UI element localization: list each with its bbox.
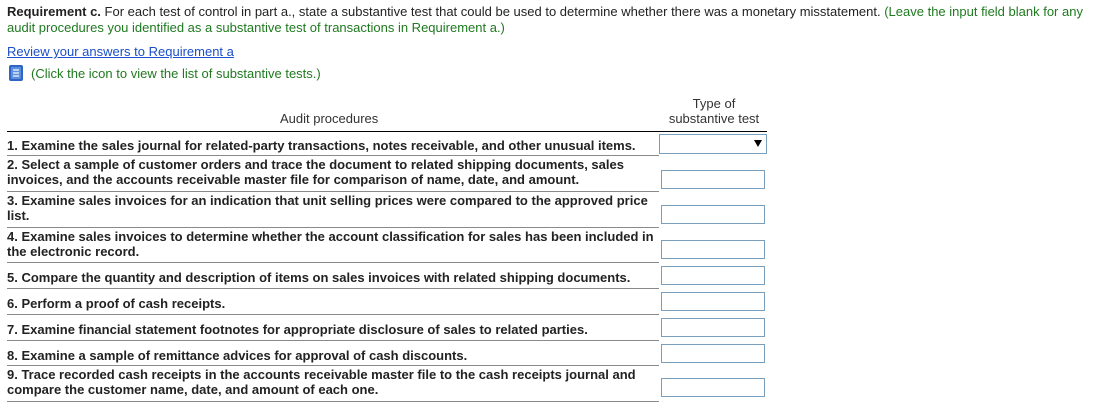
- substantive-test-field-5[interactable]: [661, 266, 765, 285]
- substantive-tests-icon-note: (Click the icon to view the list of subs…: [31, 65, 321, 81]
- procedure-row-4: 4. Examine sales invoices to determine w…: [7, 227, 659, 259]
- procedure-text: 6. Perform a proof of cash receipts.: [7, 296, 226, 311]
- header-divider: [7, 131, 767, 132]
- row-divider: [7, 340, 659, 341]
- procedure-row-6: 6. Perform a proof of cash receipts.: [7, 294, 659, 311]
- procedure-row-8: 8. Examine a sample of remittance advice…: [7, 346, 659, 363]
- procedure-row-7: 7. Examine financial statement footnotes…: [7, 320, 659, 337]
- procedure-text: 5. Compare the quantity and description …: [7, 270, 631, 285]
- row-divider: [7, 262, 659, 263]
- procedure-text: 4. Examine sales invoices to determine w…: [7, 229, 654, 259]
- book-icon[interactable]: [7, 64, 25, 82]
- requirement-instructions: Requirement c. For each test of control …: [7, 4, 1107, 36]
- review-requirement-a-link[interactable]: Review your answers to Requirement a: [7, 44, 234, 59]
- substantive-tests-info-row: (Click the icon to view the list of subs…: [7, 64, 321, 82]
- row-divider: [7, 314, 659, 315]
- substantive-test-field-9[interactable]: [661, 378, 765, 397]
- row-divider: [7, 401, 659, 402]
- requirement-label: Requirement c.: [7, 4, 101, 19]
- substantive-test-field-6[interactable]: [661, 292, 765, 311]
- substantive-test-field-4[interactable]: [661, 240, 765, 259]
- substantive-test-field-8[interactable]: [661, 344, 765, 363]
- procedure-text: 9. Trace recorded cash receipts in the a…: [7, 367, 636, 397]
- type-header-line2: substantive test: [668, 111, 760, 126]
- procedure-row-9: 9. Trace recorded cash receipts in the a…: [7, 365, 659, 397]
- procedure-text: 7. Examine financial statement footnotes…: [7, 322, 588, 337]
- procedure-text: 3. Examine sales invoices for an indicat…: [7, 193, 648, 223]
- procedure-row-5: 5. Compare the quantity and description …: [7, 268, 659, 285]
- substantive-test-dropdown-1[interactable]: [659, 134, 767, 154]
- procedure-row-3: 3. Examine sales invoices for an indicat…: [7, 191, 659, 223]
- type-header-line1: Type of: [692, 96, 736, 111]
- procedure-text: 2. Select a sample of customer orders an…: [7, 157, 624, 187]
- row-divider: [7, 288, 659, 289]
- substantive-test-type-header: Type of substantive test: [660, 96, 768, 126]
- procedure-text: 1. Examine the sales journal for related…: [7, 138, 636, 153]
- dropdown-arrow-icon: [754, 140, 762, 147]
- requirement-text: For each test of control in part a., sta…: [100, 4, 881, 19]
- substantive-test-field-7[interactable]: [661, 318, 765, 337]
- substantive-test-field-3[interactable]: [661, 205, 765, 224]
- substantive-test-field-2[interactable]: [661, 170, 765, 189]
- procedure-row-2: 2. Select a sample of customer orders an…: [7, 155, 659, 187]
- procedure-text: 8. Examine a sample of remittance advice…: [7, 348, 468, 363]
- audit-procedures-header: Audit procedures: [280, 111, 379, 126]
- procedure-row-1: 1. Examine the sales journal for related…: [7, 136, 659, 153]
